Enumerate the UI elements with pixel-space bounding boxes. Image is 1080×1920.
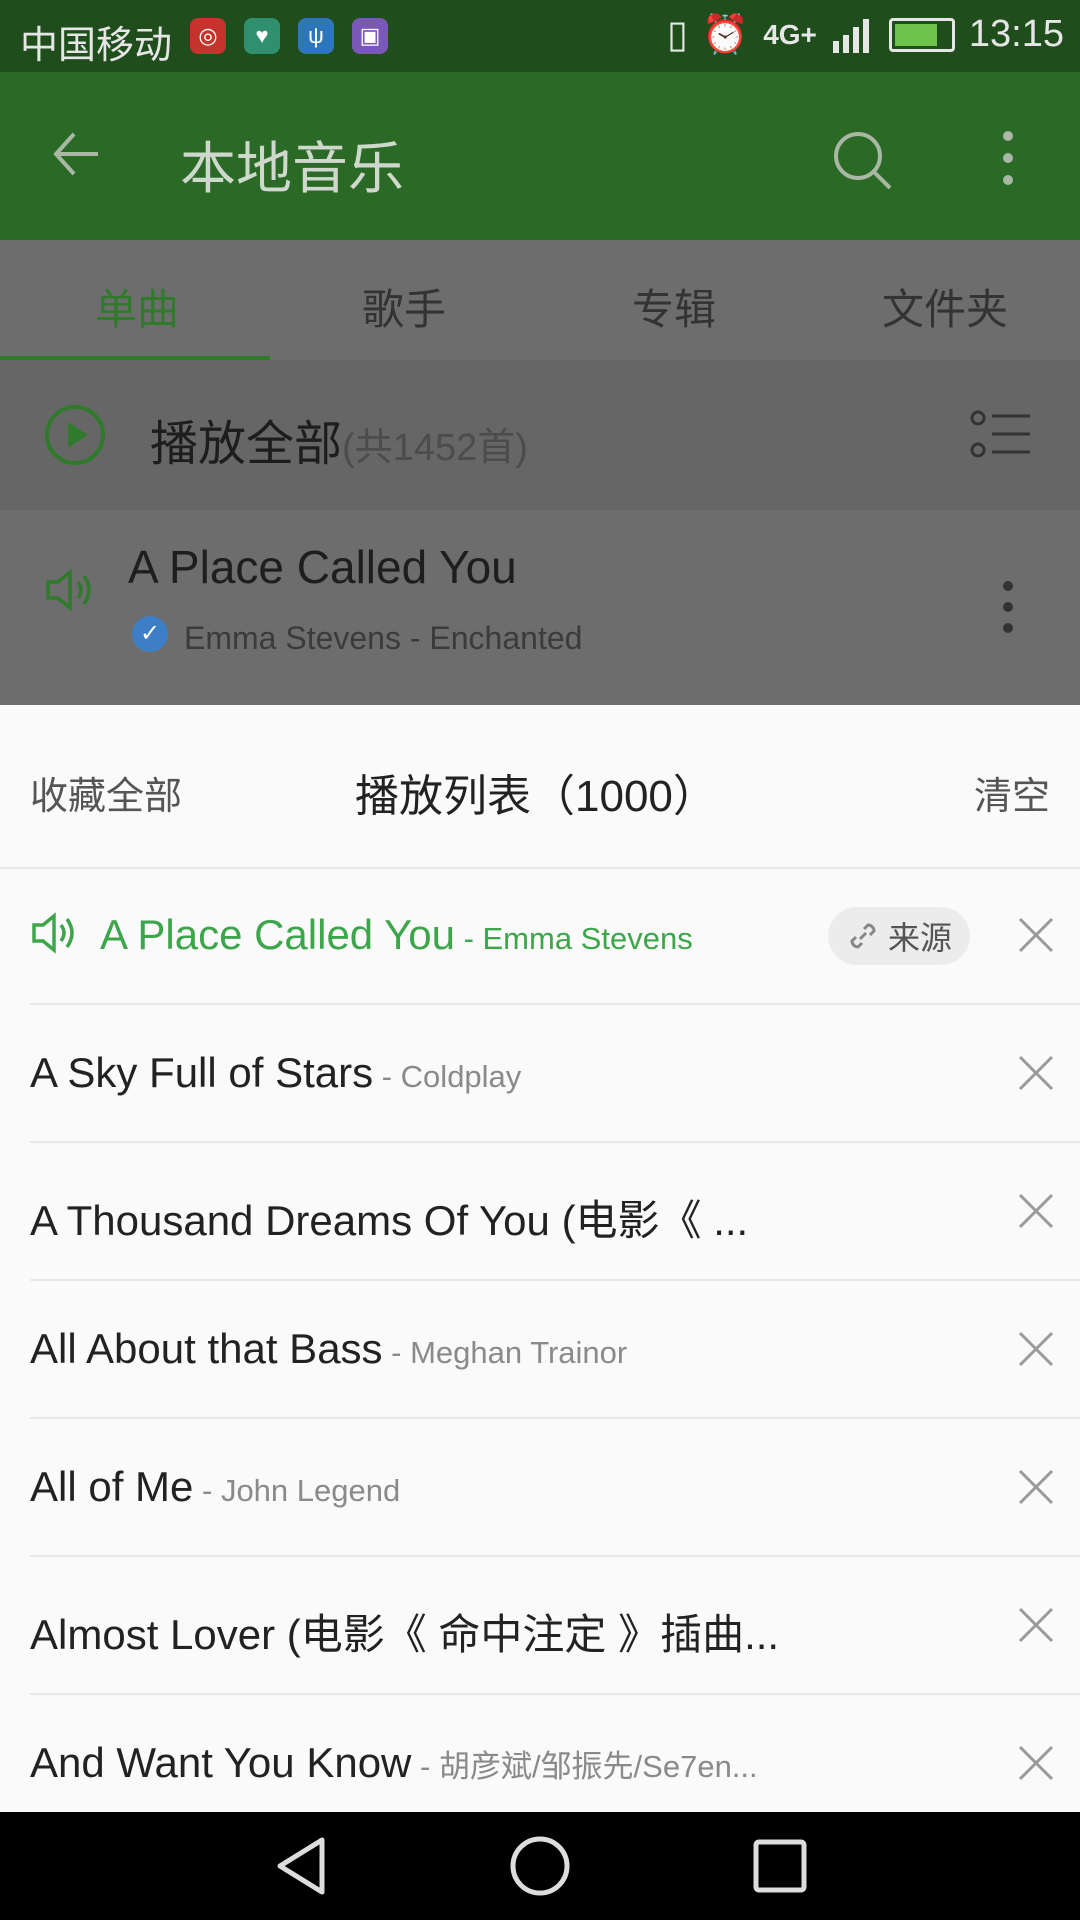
remove-item-icon[interactable] <box>1010 1461 1062 1513</box>
carrier-label: 中国移动 <box>20 25 173 67</box>
playlist-item-artist: - Meghan Trainor <box>382 1335 628 1370</box>
remove-item-icon[interactable] <box>1010 1323 1062 1375</box>
playlist-item-artist: - John Legend <box>193 1473 401 1508</box>
battery-icon <box>888 17 955 52</box>
playlist-item-title: A Place Called You - Emma Stevens <box>100 911 693 958</box>
playlist-item-title: Almost Lover (电影《 命中注定 》插曲... <box>30 1611 780 1658</box>
status-right: ▯ ⏰ 4G+ 13:15 <box>667 12 1064 57</box>
multi-select-icon[interactable] <box>970 410 1032 460</box>
search-icon[interactable] <box>830 128 894 192</box>
play-all-label: 播放全部(共1452首) <box>150 418 528 471</box>
playlist-list: A Place Called You - Emma Stevens 来源 A S… <box>0 867 1080 1831</box>
playlist-item-artist: - Emma Stevens <box>454 921 693 956</box>
nav-home-icon[interactable] <box>508 1834 572 1898</box>
tab-albums[interactable]: 专辑 <box>632 276 716 337</box>
now-playing-speaker-icon <box>32 912 74 954</box>
playlist-item-artist: - 胡彦斌/邹振先/Se7en... <box>411 1749 758 1784</box>
source-button[interactable]: 来源 <box>828 907 970 965</box>
tab-artists[interactable]: 歌手 <box>362 276 446 337</box>
song-subtitle: Emma Stevens - Enchanted <box>184 620 583 656</box>
signal-icon <box>832 18 869 53</box>
link-icon <box>850 923 876 949</box>
usb-icon: ψ <box>298 18 334 54</box>
clock: 13:15 <box>968 13 1064 55</box>
netease-music-icon: ◎ <box>190 18 226 54</box>
playlist-item-current[interactable]: A Place Called You - Emma Stevens 来源 <box>30 867 1080 1005</box>
playlist-header: 收藏全部 播放列表（1000） 清空 <box>0 705 1080 869</box>
system-nav-bar <box>0 1812 1080 1920</box>
health-icon: ♥ <box>244 18 280 54</box>
playlist-item-title: All of Me - John Legend <box>30 1463 401 1510</box>
downloaded-check-icon: ✓ <box>132 616 168 652</box>
tab-bar: 单曲 歌手 专辑 文件夹 <box>0 240 1080 361</box>
song-more-icon[interactable] <box>1000 578 1016 636</box>
play-all-count: (共1452首) <box>342 427 528 469</box>
playlist-item[interactable]: And Want You Know - 胡彦斌/邹振先/Se7en... <box>30 1695 1080 1831</box>
playlist-sheet: 收藏全部 播放列表（1000） 清空 A Place Called You - … <box>0 705 1080 1812</box>
back-arrow-icon[interactable] <box>50 128 102 180</box>
app-toolbar: 本地音乐 <box>0 72 1080 240</box>
remove-item-icon[interactable] <box>1010 1185 1062 1237</box>
playlist-item[interactable]: All of Me - John Legend <box>30 1419 1080 1557</box>
tab-songs[interactable]: 单曲 <box>95 276 179 337</box>
clear-button[interactable]: 清空 <box>974 765 1050 820</box>
now-playing-song-row[interactable]: A Place Called You ✓ Emma Stevens - Ench… <box>0 510 1080 705</box>
more-vert-icon[interactable] <box>1000 128 1016 188</box>
speaker-icon <box>46 568 91 612</box>
network-label: 4G+ <box>763 18 817 50</box>
playlist-item[interactable]: A Sky Full of Stars - Coldplay <box>30 1005 1080 1143</box>
vibrate-icon: ▯ <box>666 14 688 56</box>
playlist-item-title: A Sky Full of Stars - Coldplay <box>30 1049 522 1096</box>
tab-folders[interactable]: 文件夹 <box>882 276 1008 337</box>
playlist-item[interactable]: All About that Bass - Meghan Trainor <box>30 1281 1080 1419</box>
play-circle-icon <box>45 405 105 465</box>
playlist-title: 播放列表（1000） <box>355 772 717 821</box>
gallery-icon: ▣ <box>352 18 388 54</box>
playlist-item[interactable]: A Thousand Dreams Of You (电影《 ... <box>30 1143 1080 1281</box>
source-label: 来源 <box>887 920 952 956</box>
remove-item-icon[interactable] <box>1010 1737 1062 1789</box>
playlist-item-title: A Thousand Dreams Of You (电影《 ... <box>30 1197 749 1244</box>
playlist-item[interactable]: Almost Lover (电影《 命中注定 》插曲... <box>30 1557 1080 1695</box>
page-title: 本地音乐 <box>180 137 404 200</box>
playlist-item-title: And Want You Know - 胡彦斌/邹振先/Se7en... <box>30 1739 758 1786</box>
collect-all-button[interactable]: 收藏全部 <box>30 765 182 820</box>
remove-item-icon[interactable] <box>1010 1047 1062 1099</box>
status-bar: 中国移动 ◎ ♥ ψ ▣ ▯ ⏰ 4G+ 13:15 <box>0 0 1080 72</box>
play-all-row[interactable]: 播放全部(共1452首) <box>0 360 1080 510</box>
song-title: A Place Called You <box>128 541 517 593</box>
playlist-item-artist: - Coldplay <box>373 1059 522 1094</box>
alarm-icon: ⏰ <box>701 13 750 56</box>
notification-icons: ◎ ♥ ψ ▣ <box>190 18 388 54</box>
remove-item-icon[interactable] <box>1010 1599 1062 1651</box>
remove-item-icon[interactable] <box>1010 909 1062 961</box>
playlist-item-title: All About that Bass - Meghan Trainor <box>30 1325 628 1372</box>
nav-recents-icon[interactable] <box>750 1834 810 1898</box>
nav-back-icon[interactable] <box>272 1834 332 1898</box>
dimmed-background: 单曲 歌手 专辑 文件夹 播放全部(共1452首) A Place Called… <box>0 240 1080 705</box>
